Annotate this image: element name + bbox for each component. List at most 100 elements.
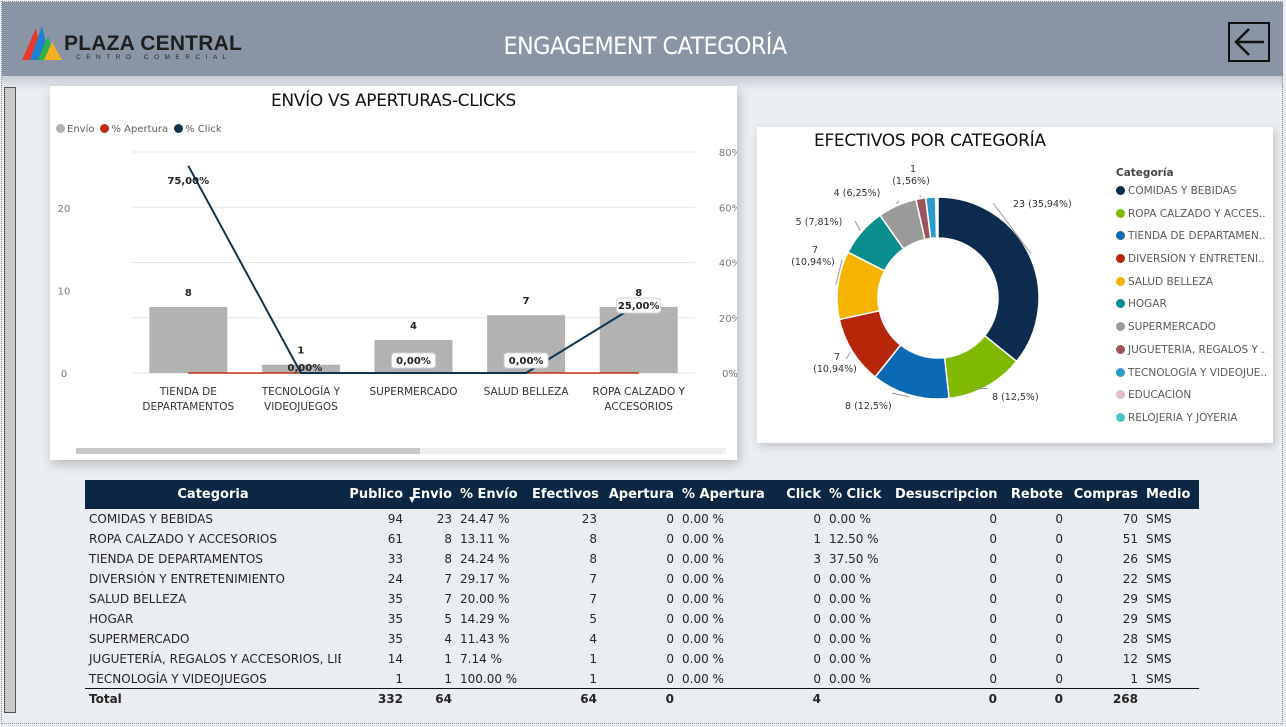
cell-compras: 12 — [1122, 651, 1138, 666]
col-header-pct-envio[interactable]: % Envío — [456, 480, 528, 509]
cell-pct-envio: 24.47 % — [460, 511, 510, 526]
table-row[interactable]: TECNOLOGÍA Y VIDEOJUEGOS 1 1 100.00 % 1 0 0.00… — [85, 669, 1199, 689]
legend-item[interactable]: RELOJERIA Y JOYERIA — [1116, 412, 1266, 435]
cell-envio: 7 — [444, 591, 452, 606]
total-rebote: 0 — [1001, 688, 1067, 708]
cell-efectivos: 8 — [589, 551, 597, 566]
cell-publico: 61 — [387, 531, 403, 546]
col-header-publico[interactable]: Publico — [341, 480, 407, 509]
cell-efectivos: 1 — [589, 671, 597, 686]
table-row[interactable]: ROPA CALZADO Y ACCESORIOS 61 8 13.11 % 8 0 0.0… — [85, 528, 1199, 549]
total-click: 4 — [772, 688, 825, 708]
legend-item[interactable]: JUGUETERÍA, REGALOS Y ... — [1116, 344, 1266, 367]
legend-dot-icon — [1116, 344, 1125, 354]
col-header-rebote[interactable]: Rebote — [1001, 480, 1067, 509]
cell-categoria: ROPA CALZADO Y ACCESORIOS — [89, 531, 277, 546]
cell-click: 0 — [813, 631, 821, 646]
total-publico: 332 — [341, 688, 407, 708]
cell-apertura: 0 — [666, 511, 674, 526]
cell-pct-envio: 13.11 % — [460, 531, 510, 546]
cell-efectivos: 8 — [589, 531, 597, 546]
cell-desuscripcion: 0 — [989, 631, 997, 646]
col-header-efectivos[interactable]: Efectivos — [528, 480, 601, 509]
legend-dot-icon — [1116, 412, 1125, 422]
cell-desuscripcion: 0 — [989, 551, 997, 566]
legend-label: DIVERSIÓN Y ENTRETENI... — [1128, 253, 1266, 266]
cell-desuscripcion: 0 — [989, 651, 997, 666]
slice-label: 4 (6,25%) — [834, 188, 881, 199]
cell-efectivos: 7 — [589, 571, 597, 586]
legend-dot-icon — [1116, 231, 1125, 241]
col-header-pct-apertura[interactable]: % Apertura — [678, 480, 772, 509]
col-header-desuscripcion[interactable]: Desuscripcion — [891, 480, 1001, 509]
cell-apertura: 0 — [666, 551, 674, 566]
slice-label: 23 (35,94%) — [1013, 199, 1072, 210]
col-header-medio[interactable]: Medio — [1142, 480, 1199, 509]
cell-compras: 1 — [1130, 671, 1138, 686]
col-header-categoria[interactable]: Categoria — [85, 480, 341, 509]
side-scrollbar[interactable] — [4, 87, 16, 713]
y-right-tick: 0% — [722, 369, 737, 380]
col-header-pct-click[interactable]: % Click — [825, 480, 891, 509]
cell-publico: 1 — [395, 671, 403, 686]
table-row[interactable]: HOGAR 35 5 14.29 % 5 0 0.00 % 0 0.00 % 0 0 29 SMS — [85, 608, 1199, 629]
cell-apertura: 0 — [666, 591, 674, 606]
legend-item[interactable]: SUPERMERCADO — [1116, 321, 1266, 344]
cell-desuscripcion: 0 — [989, 571, 997, 586]
h-scrollbar[interactable] — [76, 448, 420, 454]
cell-envio: 1 — [444, 651, 452, 666]
cell-compras: 29 — [1122, 591, 1138, 606]
legend-item[interactable]: TECNOLOGÍA Y VIDEOJUE... — [1116, 367, 1266, 390]
sort-descending-icon[interactable]: ▼ — [409, 496, 415, 504]
legend-dot-icon — [1116, 276, 1125, 286]
legend-item[interactable]: SALUD BELLEZA — [1116, 276, 1266, 299]
slice-label: 7 — [812, 245, 818, 256]
total-apertura: 0 — [601, 688, 678, 708]
cell-pct-click: 0.00 % — [829, 571, 871, 586]
cell-publico: 35 — [387, 591, 403, 606]
bar-label: 8 — [635, 288, 642, 299]
col-header-compras[interactable]: Compras — [1067, 480, 1142, 509]
total-pct-apertura — [678, 688, 772, 708]
x-tick-label: DEPARTAMENTOS — [142, 401, 234, 413]
leader-line — [854, 220, 861, 231]
legend-item[interactable]: DIVERSIÓN Y ENTRETENI... — [1116, 253, 1266, 276]
cell-apertura: 0 — [666, 571, 674, 586]
slice-label: (10,94%) — [813, 364, 857, 375]
cell-publico: 33 — [387, 551, 403, 566]
table-row[interactable]: DIVERSIÓN Y ENTRETENIMIENTO 24 7 29.17 % 7 0 0… — [85, 568, 1199, 589]
cell-efectivos: 4 — [589, 631, 597, 646]
legend-item[interactable]: TIENDA DE DEPARTAMEN... — [1116, 230, 1266, 253]
click-label: 75,00% — [167, 176, 209, 187]
engagement-table: Categoria Publico Envio ▼ % Envío Efecti… — [85, 480, 1199, 708]
cell-pct-apertura: 0.00 % — [682, 611, 724, 626]
col-header-envio[interactable]: Envio ▼ — [407, 480, 456, 509]
cell-compras: 70 — [1122, 511, 1138, 526]
legend-dot-icon — [1116, 367, 1125, 377]
donut-slice[interactable] — [937, 196, 1040, 363]
cell-efectivos: 7 — [589, 591, 597, 606]
cell-rebote: 0 — [1055, 571, 1063, 586]
cell-publico: 35 — [387, 631, 403, 646]
total-medio — [1142, 688, 1199, 708]
cell-apertura: 0 — [666, 651, 674, 666]
legend-item[interactable]: HOGAR — [1116, 298, 1266, 321]
efectivos-por-categoria-chart: EFECTIVOS POR CATEGORÍA 23 (35,94%) 8 (12… — [757, 127, 1273, 443]
legend-item[interactable]: EDUCACIÓN — [1116, 389, 1266, 412]
cell-click: 0 — [813, 611, 821, 626]
slice-label: 8 (12,5%) — [992, 392, 1039, 403]
legend-dot-icon — [1116, 390, 1125, 400]
cell-medio: SMS — [1146, 511, 1172, 526]
col-header-click[interactable]: Click — [772, 480, 825, 509]
col-header-apertura[interactable]: Apertura — [601, 480, 678, 509]
table-row[interactable]: COMIDAS Y BEBIDAS 94 23 24.47 % 23 0 0.00 % 0 0.… — [85, 509, 1199, 529]
table-row[interactable]: JUGUETERÍA, REGALOS Y ACCESORIOS, LIBROS… — [85, 648, 1199, 669]
cell-pct-apertura: 0.00 % — [682, 571, 724, 586]
cell-categoria: HOGAR — [89, 611, 134, 626]
table-row[interactable]: SALUD BELLEZA 35 7 20.00 % 7 0 0.00 % 0 0.00 % 0 0… — [85, 589, 1199, 609]
legend-item[interactable]: ROPA CALZADO Y ACCES... — [1116, 208, 1266, 231]
table-row[interactable]: TIENDA DE DEPARTAMENTOS 33 8 24.24 % 8 0 0.00 … — [85, 549, 1199, 569]
back-button[interactable] — [1228, 22, 1270, 62]
table-row[interactable]: SUPERMERCADO 35 4 11.43 % 4 0 0.00 % 0 0.00 % 0 0 2… — [85, 629, 1199, 649]
legend-item[interactable]: COMIDAS Y BEBIDAS — [1116, 185, 1266, 208]
